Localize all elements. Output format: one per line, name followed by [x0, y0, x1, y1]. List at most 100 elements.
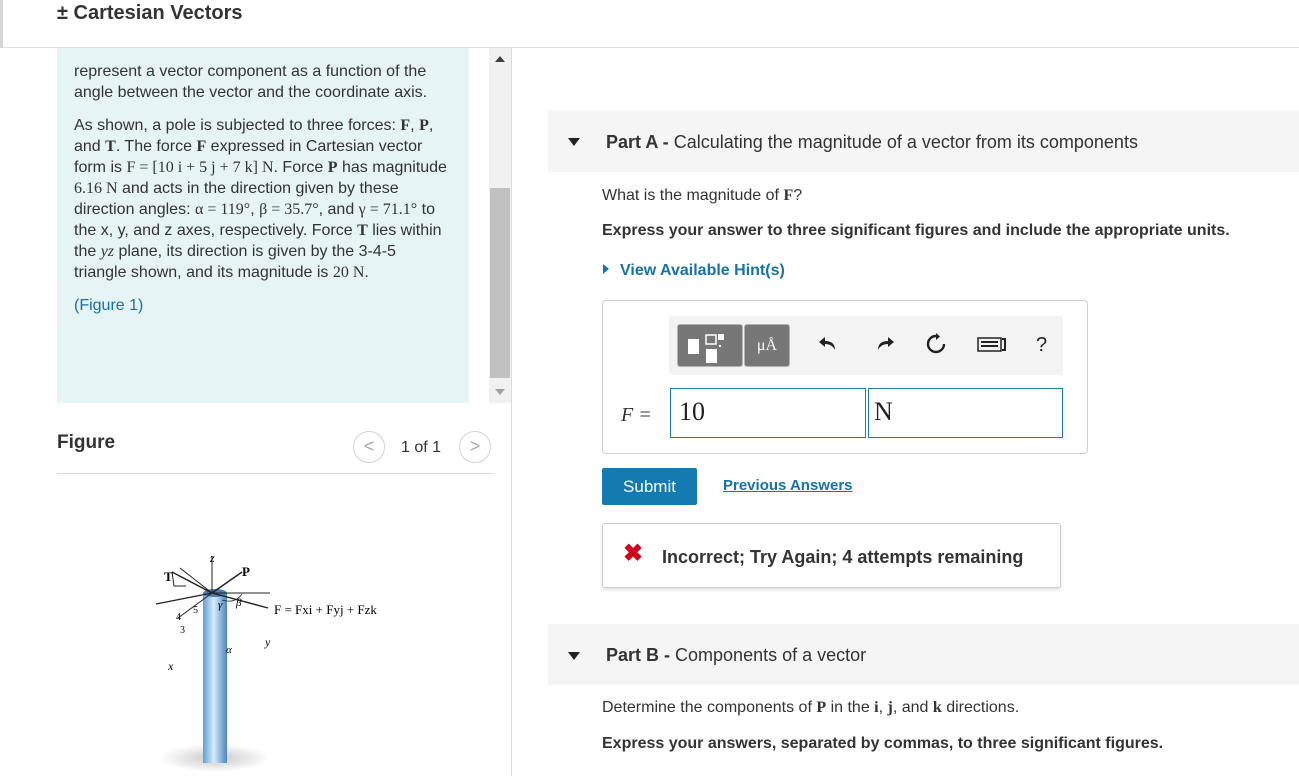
part-b-question: Determine the components of P in the i, …: [602, 699, 1019, 717]
scroll-down-arrow-icon[interactable]: [495, 389, 505, 395]
left-edge-bar: [0, 0, 3, 48]
part-b-label: Part B -: [606, 645, 671, 665]
question-text: ?: [793, 187, 803, 204]
part-b-instruction: Express your answers, separated by comma…: [602, 735, 1164, 752]
question-text: What is the magnitude of: [602, 187, 784, 204]
caret-down-icon[interactable]: [568, 652, 580, 660]
view-hints-label: View Available Hint(s): [620, 262, 785, 279]
angle-alpha: α = 119°: [194, 201, 251, 218]
incorrect-x-icon: ✖: [623, 540, 644, 567]
angle-beta: β = 35.7°: [259, 201, 319, 218]
question-text: ,: [878, 699, 888, 716]
label-gamma: γ: [218, 599, 223, 611]
scroll-up-arrow-icon[interactable]: [495, 56, 505, 62]
answer-box: μÅ ? F = 10 N: [602, 300, 1088, 454]
label-alpha: α: [226, 644, 232, 656]
keyboard-icon[interactable]: [977, 333, 1011, 360]
intro-scrollbar[interactable]: [489, 48, 511, 403]
unit-vector-k: k: [932, 699, 942, 716]
vector-T: T: [357, 222, 368, 239]
intro-text: has magnitude: [337, 159, 447, 176]
part-b-title-text: Components of a vector: [675, 645, 867, 665]
vector-P: P: [419, 117, 429, 134]
pole: [203, 593, 227, 763]
submit-button[interactable]: Submit: [602, 468, 697, 505]
feedback-message: Incorrect; Try Again; 4 attempts remaini…: [662, 547, 1024, 567]
label-T: T: [164, 569, 173, 584]
intro-text: ,: [250, 201, 260, 218]
math-toolbar: μÅ ?: [669, 316, 1063, 375]
question-text: Determine the components of: [602, 699, 817, 716]
part-a-title: Part A - Calculating the magnitude of a …: [606, 132, 1138, 153]
undo-icon[interactable]: [817, 333, 839, 360]
top-bar: ± Cartesian Vectors: [0, 0, 1299, 48]
part-a-label: Part A -: [606, 132, 669, 152]
label-x: x: [167, 659, 174, 673]
part-a-title-text: Calculating the magnitude of a vector fr…: [673, 132, 1138, 152]
intro-text: ,: [410, 117, 420, 134]
feedback-box: ✖ Incorrect; Try Again; 4 attempts remai…: [602, 523, 1061, 588]
intro-lead-paragraph: represent a vector component as a functi…: [74, 63, 428, 101]
label-3: 3: [180, 625, 185, 636]
intro-problem-paragraph: As shown, a pole is subjected to three f…: [74, 115, 452, 283]
vector-T: T: [105, 138, 116, 155]
question-text: in the: [826, 699, 875, 716]
label-4: 4: [176, 612, 181, 623]
page-title: ± Cartesian Vectors: [57, 2, 243, 24]
label-y: y: [264, 635, 271, 649]
part-a-header[interactable]: Part A - Calculating the magnitude of a …: [548, 110, 1299, 172]
problem-statement-panel: represent a vector component as a functi…: [0, 48, 512, 776]
units-button[interactable]: μÅ: [744, 324, 790, 367]
vector-F: F: [783, 187, 794, 204]
label-P: P: [242, 564, 250, 579]
next-figure-button[interactable]: >: [459, 431, 491, 463]
help-icon[interactable]: ?: [1036, 333, 1047, 357]
intro-text: , and: [318, 201, 359, 218]
vector-F: F: [196, 138, 207, 155]
question-text: , and: [892, 699, 933, 716]
caret-right-icon: [603, 264, 609, 274]
variable-label: F =: [621, 404, 652, 426]
figure-divider: [57, 473, 494, 474]
intro-text: As shown, a pole is subjected to three f…: [74, 117, 401, 134]
force-P-magnitude: 6.16 N: [74, 180, 118, 197]
figure-counter: 1 of 1: [401, 439, 442, 456]
label-beta: β: [235, 597, 242, 609]
figure-link[interactable]: (Figure 1): [74, 297, 143, 314]
clipped-line: [74, 54, 452, 61]
angle-gamma: γ = 71.1°: [358, 201, 418, 218]
arrow-T: [171, 571, 213, 594]
value-input[interactable]: 10: [670, 388, 866, 438]
arrow-diagonal: [179, 567, 213, 594]
label-5: 5: [193, 605, 198, 616]
vector-P: P: [327, 159, 338, 176]
templates-icon: [688, 334, 724, 363]
force-T-magnitude: 20 N: [332, 264, 365, 281]
label-z: z: [209, 551, 215, 565]
previous-answers-link[interactable]: Previous Answers: [723, 477, 853, 494]
part-b-title: Part B - Components of a vector: [606, 645, 866, 666]
part-a-instruction: Express your answer to three significant…: [602, 222, 1230, 239]
vector-F: F: [400, 117, 411, 134]
yz-plane: yz: [100, 243, 115, 260]
figure-equation: F = Fxi + Fyj + Fzk: [274, 602, 377, 617]
intro-text: .: [364, 264, 369, 281]
intro-text: . Force: [273, 159, 328, 176]
force-F-vector-expression: F = [10 i + 5 j + 7 k] N: [126, 159, 274, 176]
reset-icon[interactable]: [925, 333, 947, 360]
view-hints-link[interactable]: View Available Hint(s): [603, 262, 785, 280]
redo-icon[interactable]: [874, 333, 896, 360]
vector-P: P: [816, 699, 827, 716]
scroll-thumb[interactable]: [490, 188, 510, 378]
part-a-question: What is the magnitude of F?: [602, 187, 802, 205]
question-text: directions.: [941, 699, 1020, 716]
pole-force-figure: z T P 5 4 3 γ β α y x F = Fxi + Fyj + Fz…: [155, 551, 377, 772]
intro-box: represent a vector component as a functi…: [57, 48, 469, 403]
unit-input[interactable]: N: [868, 388, 1063, 438]
part-b-header[interactable]: Part B - Components of a vector: [548, 624, 1299, 685]
figure-heading: Figure: [57, 432, 116, 453]
templates-button[interactable]: [677, 324, 743, 367]
caret-down-icon[interactable]: [568, 138, 580, 146]
previous-figure-button[interactable]: <: [353, 431, 385, 463]
intro-text: . The force: [115, 138, 197, 155]
